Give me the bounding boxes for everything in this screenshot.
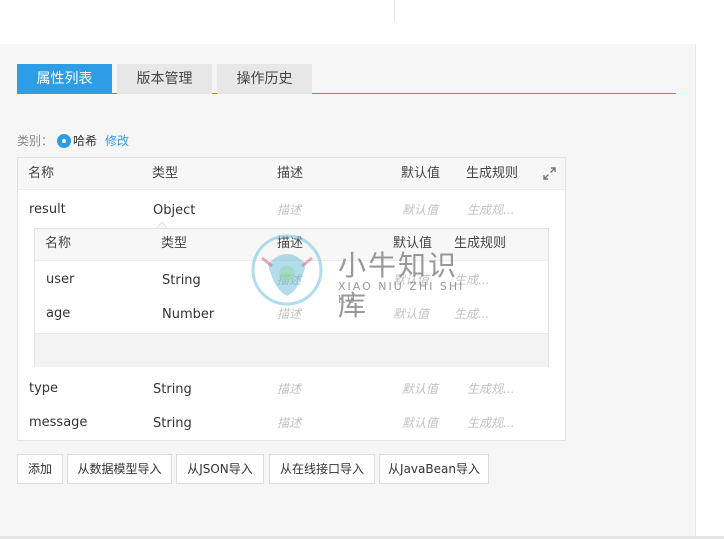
row-name: type — [29, 381, 59, 396]
nested-column-header-type: 类型 — [161, 236, 188, 251]
top-bar — [0, 0, 724, 44]
nested-column-header-description: 描述 — [277, 236, 304, 251]
row-description-field[interactable]: 描述 — [277, 272, 301, 288]
row-name: age — [46, 306, 71, 321]
nested-column-header-rule: 生成规则 — [454, 236, 507, 251]
row-description-field[interactable]: 描述 — [277, 306, 301, 322]
nested-column-header-default: 默认值 — [393, 236, 433, 251]
import-from-json-button[interactable]: 从JSON导入 — [176, 454, 264, 484]
row-type[interactable]: Number — [162, 307, 214, 323]
edit-category-link[interactable]: 修改 — [105, 134, 129, 148]
divider — [394, 0, 395, 22]
tab-bar: 属性列表 版本管理 操作历史 — [17, 64, 676, 94]
row-default-field[interactable]: 默认值 — [402, 415, 438, 431]
category-label: 类别： — [17, 134, 54, 148]
row-description-field[interactable]: 描述 — [277, 381, 301, 397]
row-description-field[interactable]: 描述 — [277, 415, 301, 431]
row-type[interactable]: String — [153, 416, 192, 432]
nested-column-header-name: 名称 — [45, 236, 72, 251]
column-header-type: 类型 — [152, 166, 179, 181]
row-rule-field[interactable]: 生成... — [454, 306, 489, 322]
row-type[interactable]: String — [153, 382, 192, 398]
table-row[interactable]: result Object 描述 默认值 生成规... — [18, 194, 565, 226]
tab-version-management[interactable]: 版本管理 — [117, 64, 212, 94]
radio-selected-icon[interactable] — [57, 134, 72, 148]
attribute-table: 名称 类型 描述 默认值 生成规则 result Object 描述 默认值 生… — [17, 157, 566, 441]
category-value: 哈希 — [73, 134, 98, 148]
category-row: 类别： 哈希 修改 — [17, 132, 129, 150]
tab-operation-history[interactable]: 操作历史 — [217, 64, 312, 94]
row-default-field[interactable]: 默认值 — [402, 381, 438, 397]
table-row[interactable]: message String 描述 默认值 生成规... — [18, 407, 565, 439]
row-type[interactable]: Object — [153, 203, 195, 219]
nested-attribute-table: 名称 类型 描述 默认值 生成规则 user String 描述 默认值 生成.… — [34, 228, 549, 367]
table-row[interactable]: type String 描述 默认值 生成规... — [18, 373, 565, 405]
import-from-online-api-button[interactable]: 从在线接口导入 — [269, 454, 375, 484]
row-default-field[interactable]: 默认值 — [402, 202, 438, 218]
row-type[interactable]: String — [162, 273, 201, 289]
import-from-javabean-button[interactable]: 从JavaBean导入 — [379, 454, 489, 484]
row-rule-field[interactable]: 生成规... — [467, 381, 514, 397]
row-name: result — [29, 202, 66, 217]
import-from-data-model-button[interactable]: 从数据模型导入 — [67, 454, 172, 484]
table-row[interactable]: age Number 描述 默认值 生成... — [35, 298, 548, 330]
nested-table-footer — [35, 333, 548, 367]
nested-table-header: 名称 类型 描述 默认值 生成规则 — [35, 229, 548, 261]
row-default-field[interactable]: 默认值 — [393, 306, 429, 322]
row-rule-field[interactable]: 生成规... — [467, 415, 514, 431]
column-header-name: 名称 — [28, 166, 55, 181]
row-name: user — [46, 272, 75, 287]
column-header-default: 默认值 — [401, 166, 441, 181]
add-button[interactable]: 添加 — [17, 454, 63, 484]
row-rule-field[interactable]: 生成规... — [467, 202, 514, 218]
row-rule-field[interactable]: 生成... — [454, 272, 489, 288]
column-header-description: 描述 — [277, 166, 304, 181]
table-row[interactable]: user String 描述 默认值 生成... — [35, 264, 548, 296]
expand-icon[interactable] — [543, 167, 556, 180]
tab-attribute-list[interactable]: 属性列表 — [17, 64, 112, 94]
row-description-field[interactable]: 描述 — [277, 202, 301, 218]
column-header-rule: 生成规则 — [466, 166, 519, 181]
table-header: 名称 类型 描述 默认值 生成规则 — [18, 158, 565, 190]
row-default-field[interactable]: 默认值 — [393, 272, 429, 288]
row-name: message — [29, 415, 88, 430]
